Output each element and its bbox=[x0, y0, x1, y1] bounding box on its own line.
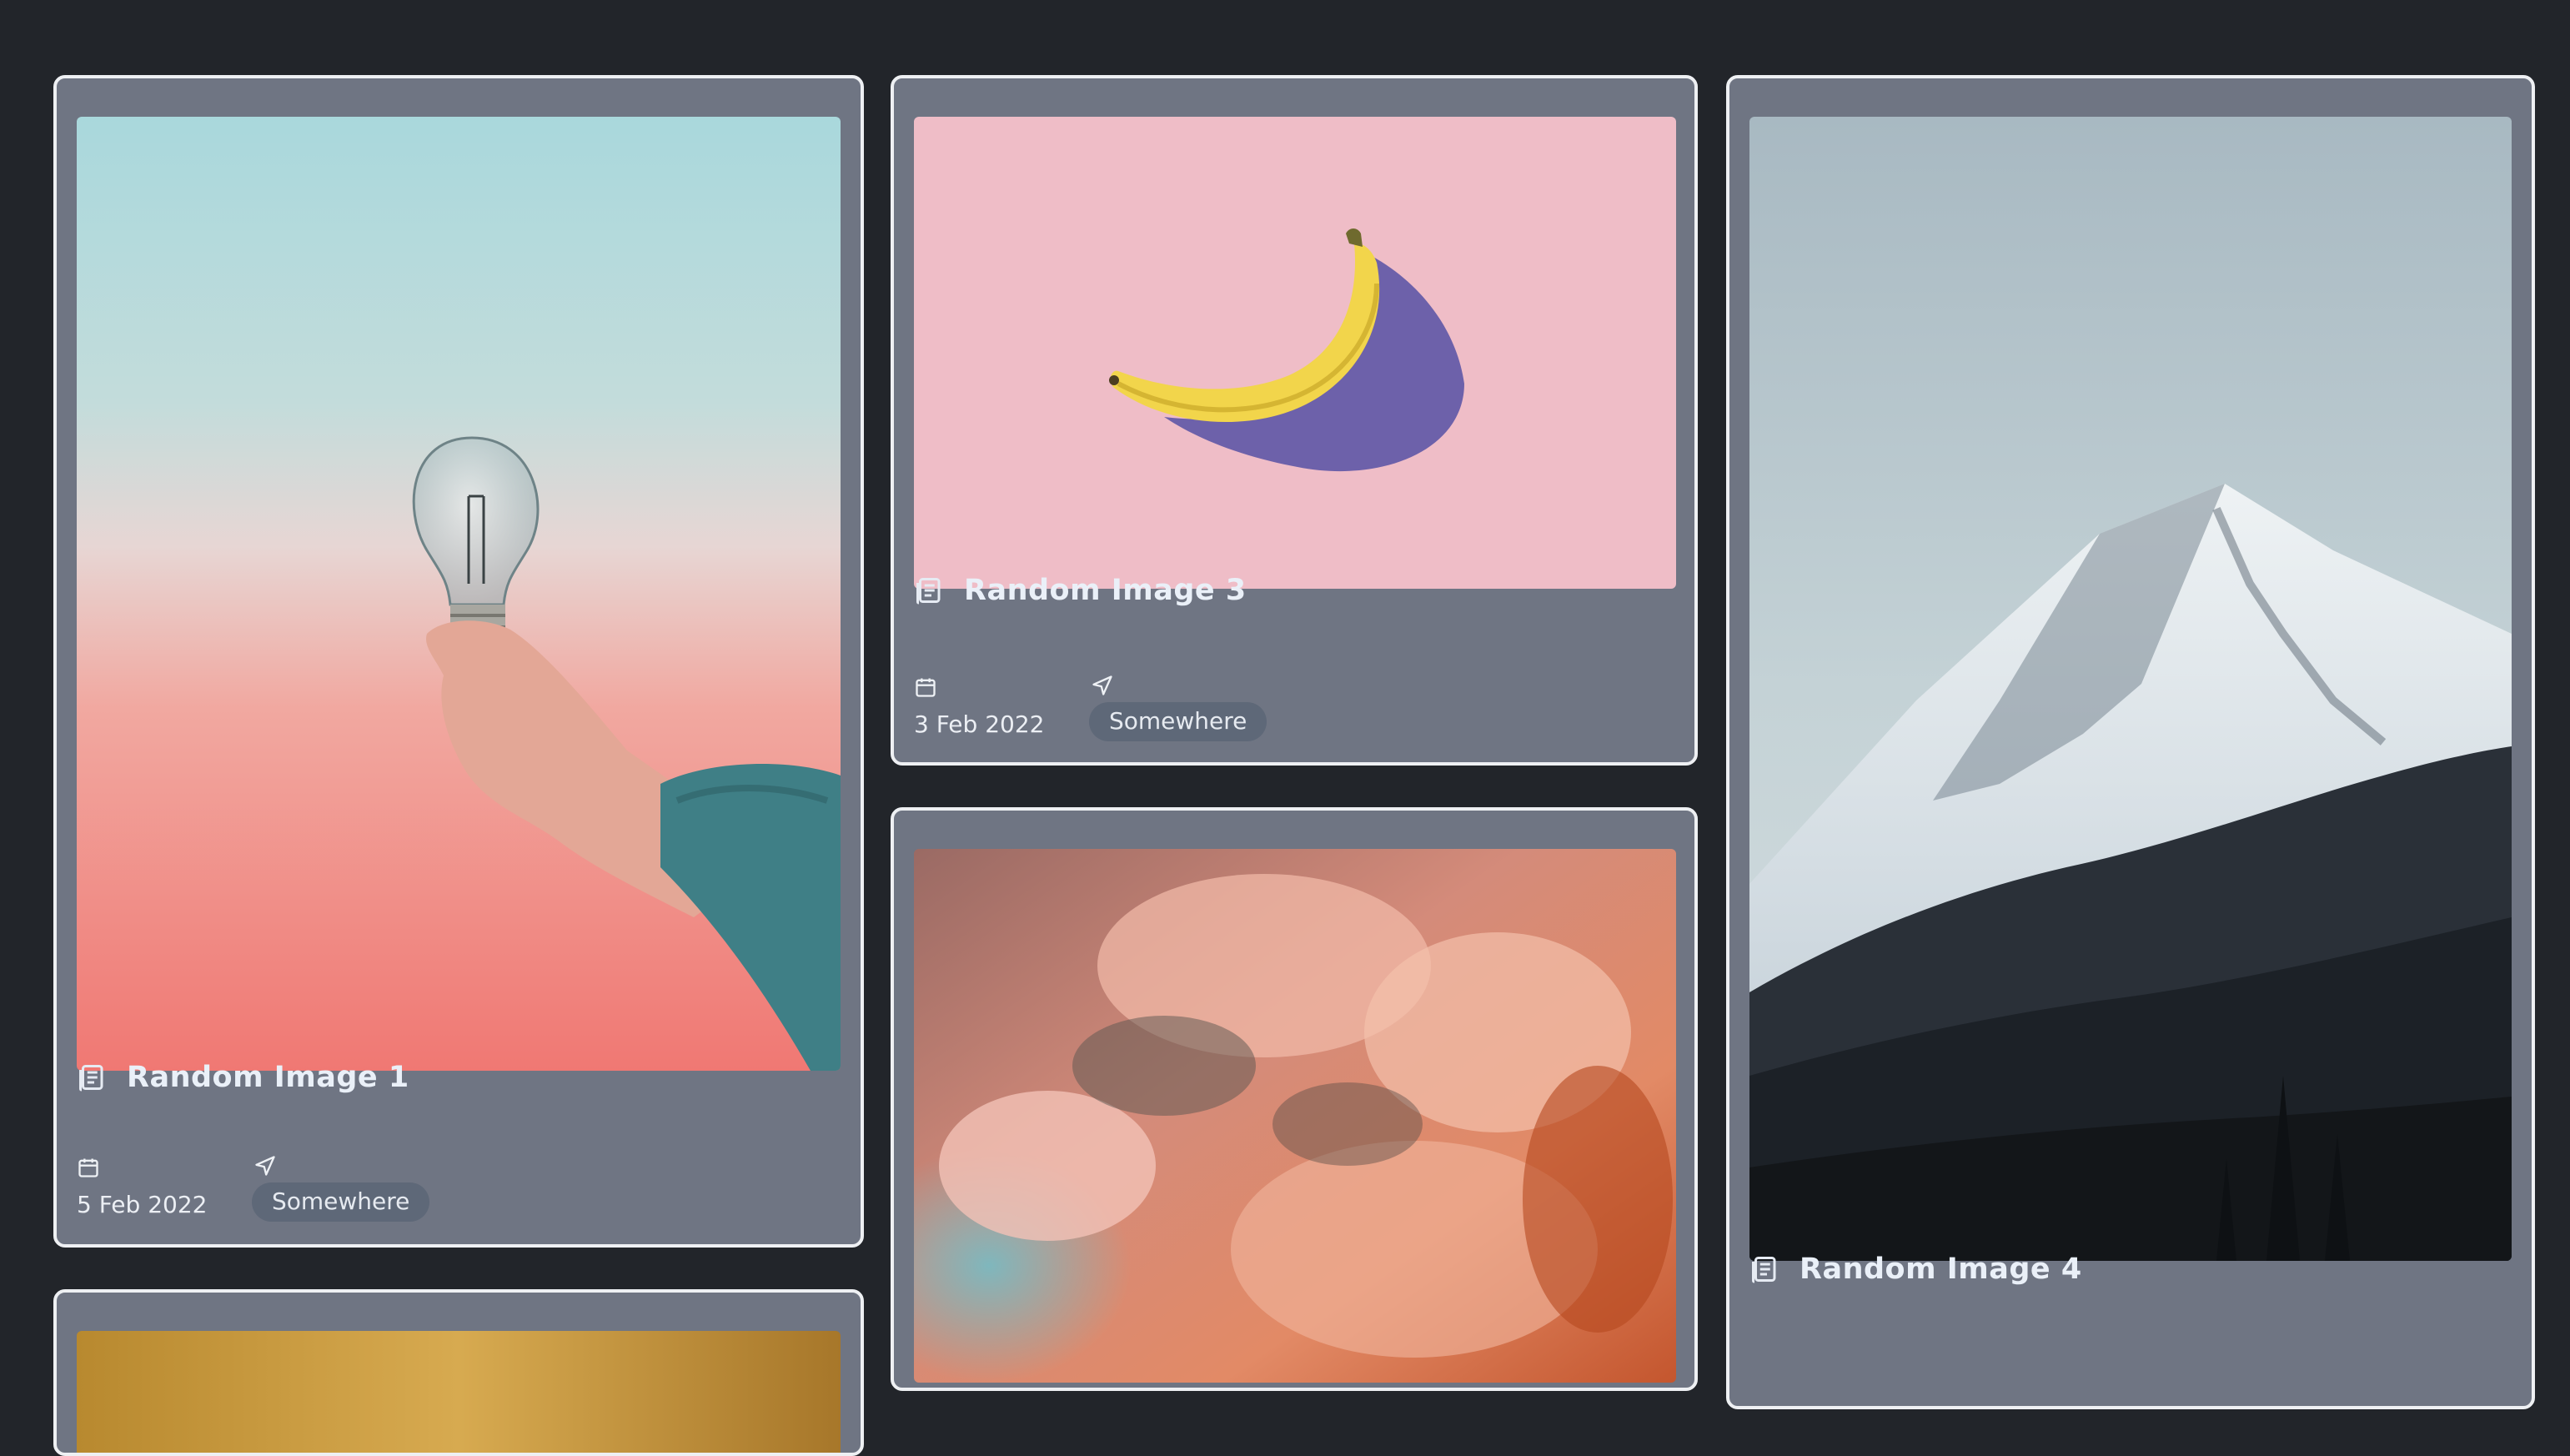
calendar-icon bbox=[916, 678, 936, 697]
card-image[interactable] bbox=[77, 1331, 841, 1453]
document-icon bbox=[916, 578, 941, 605]
card-date: 3 Feb 2022 bbox=[914, 710, 1045, 738]
card-image[interactable] bbox=[914, 117, 1676, 589]
gallery-card-4[interactable]: Random Image 4 bbox=[1726, 75, 2535, 1409]
gallery-card-1[interactable]: Random Image 1 5 Feb 2022 Somewhere bbox=[53, 75, 864, 1248]
card-title-row: Random Image 4 bbox=[1749, 1249, 2082, 1289]
document-icon bbox=[1752, 1257, 1776, 1283]
send-icon bbox=[255, 1156, 275, 1176]
card-title[interactable]: Random Image 4 bbox=[1800, 1253, 2082, 1286]
card-meta: 3 Feb 2022 Somewhere bbox=[914, 675, 1414, 751]
location-badge[interactable]: Somewhere bbox=[1089, 702, 1267, 741]
card-title[interactable]: Random Image 3 bbox=[964, 574, 1247, 607]
document-icon bbox=[79, 1065, 103, 1092]
card-image[interactable] bbox=[914, 849, 1676, 1383]
card-meta: 5 Feb 2022 Somewhere bbox=[77, 1156, 577, 1231]
card-date: 5 Feb 2022 bbox=[77, 1191, 208, 1218]
card-title-row: Random Image 3 bbox=[914, 570, 1247, 610]
card-title[interactable]: Random Image 1 bbox=[127, 1061, 409, 1094]
card-image[interactable] bbox=[1749, 117, 2512, 1261]
gallery-card-partial-left[interactable] bbox=[53, 1289, 864, 1456]
gallery-card-partial-middle[interactable] bbox=[891, 807, 1698, 1391]
send-icon bbox=[1092, 675, 1112, 695]
card-image[interactable] bbox=[77, 117, 841, 1071]
location-badge[interactable]: Somewhere bbox=[252, 1182, 430, 1222]
calendar-icon bbox=[78, 1158, 98, 1177]
card-title-row: Random Image 1 bbox=[77, 1057, 409, 1097]
gallery-card-3[interactable]: Random Image 3 3 Feb 2022 Somewhere bbox=[891, 75, 1698, 766]
